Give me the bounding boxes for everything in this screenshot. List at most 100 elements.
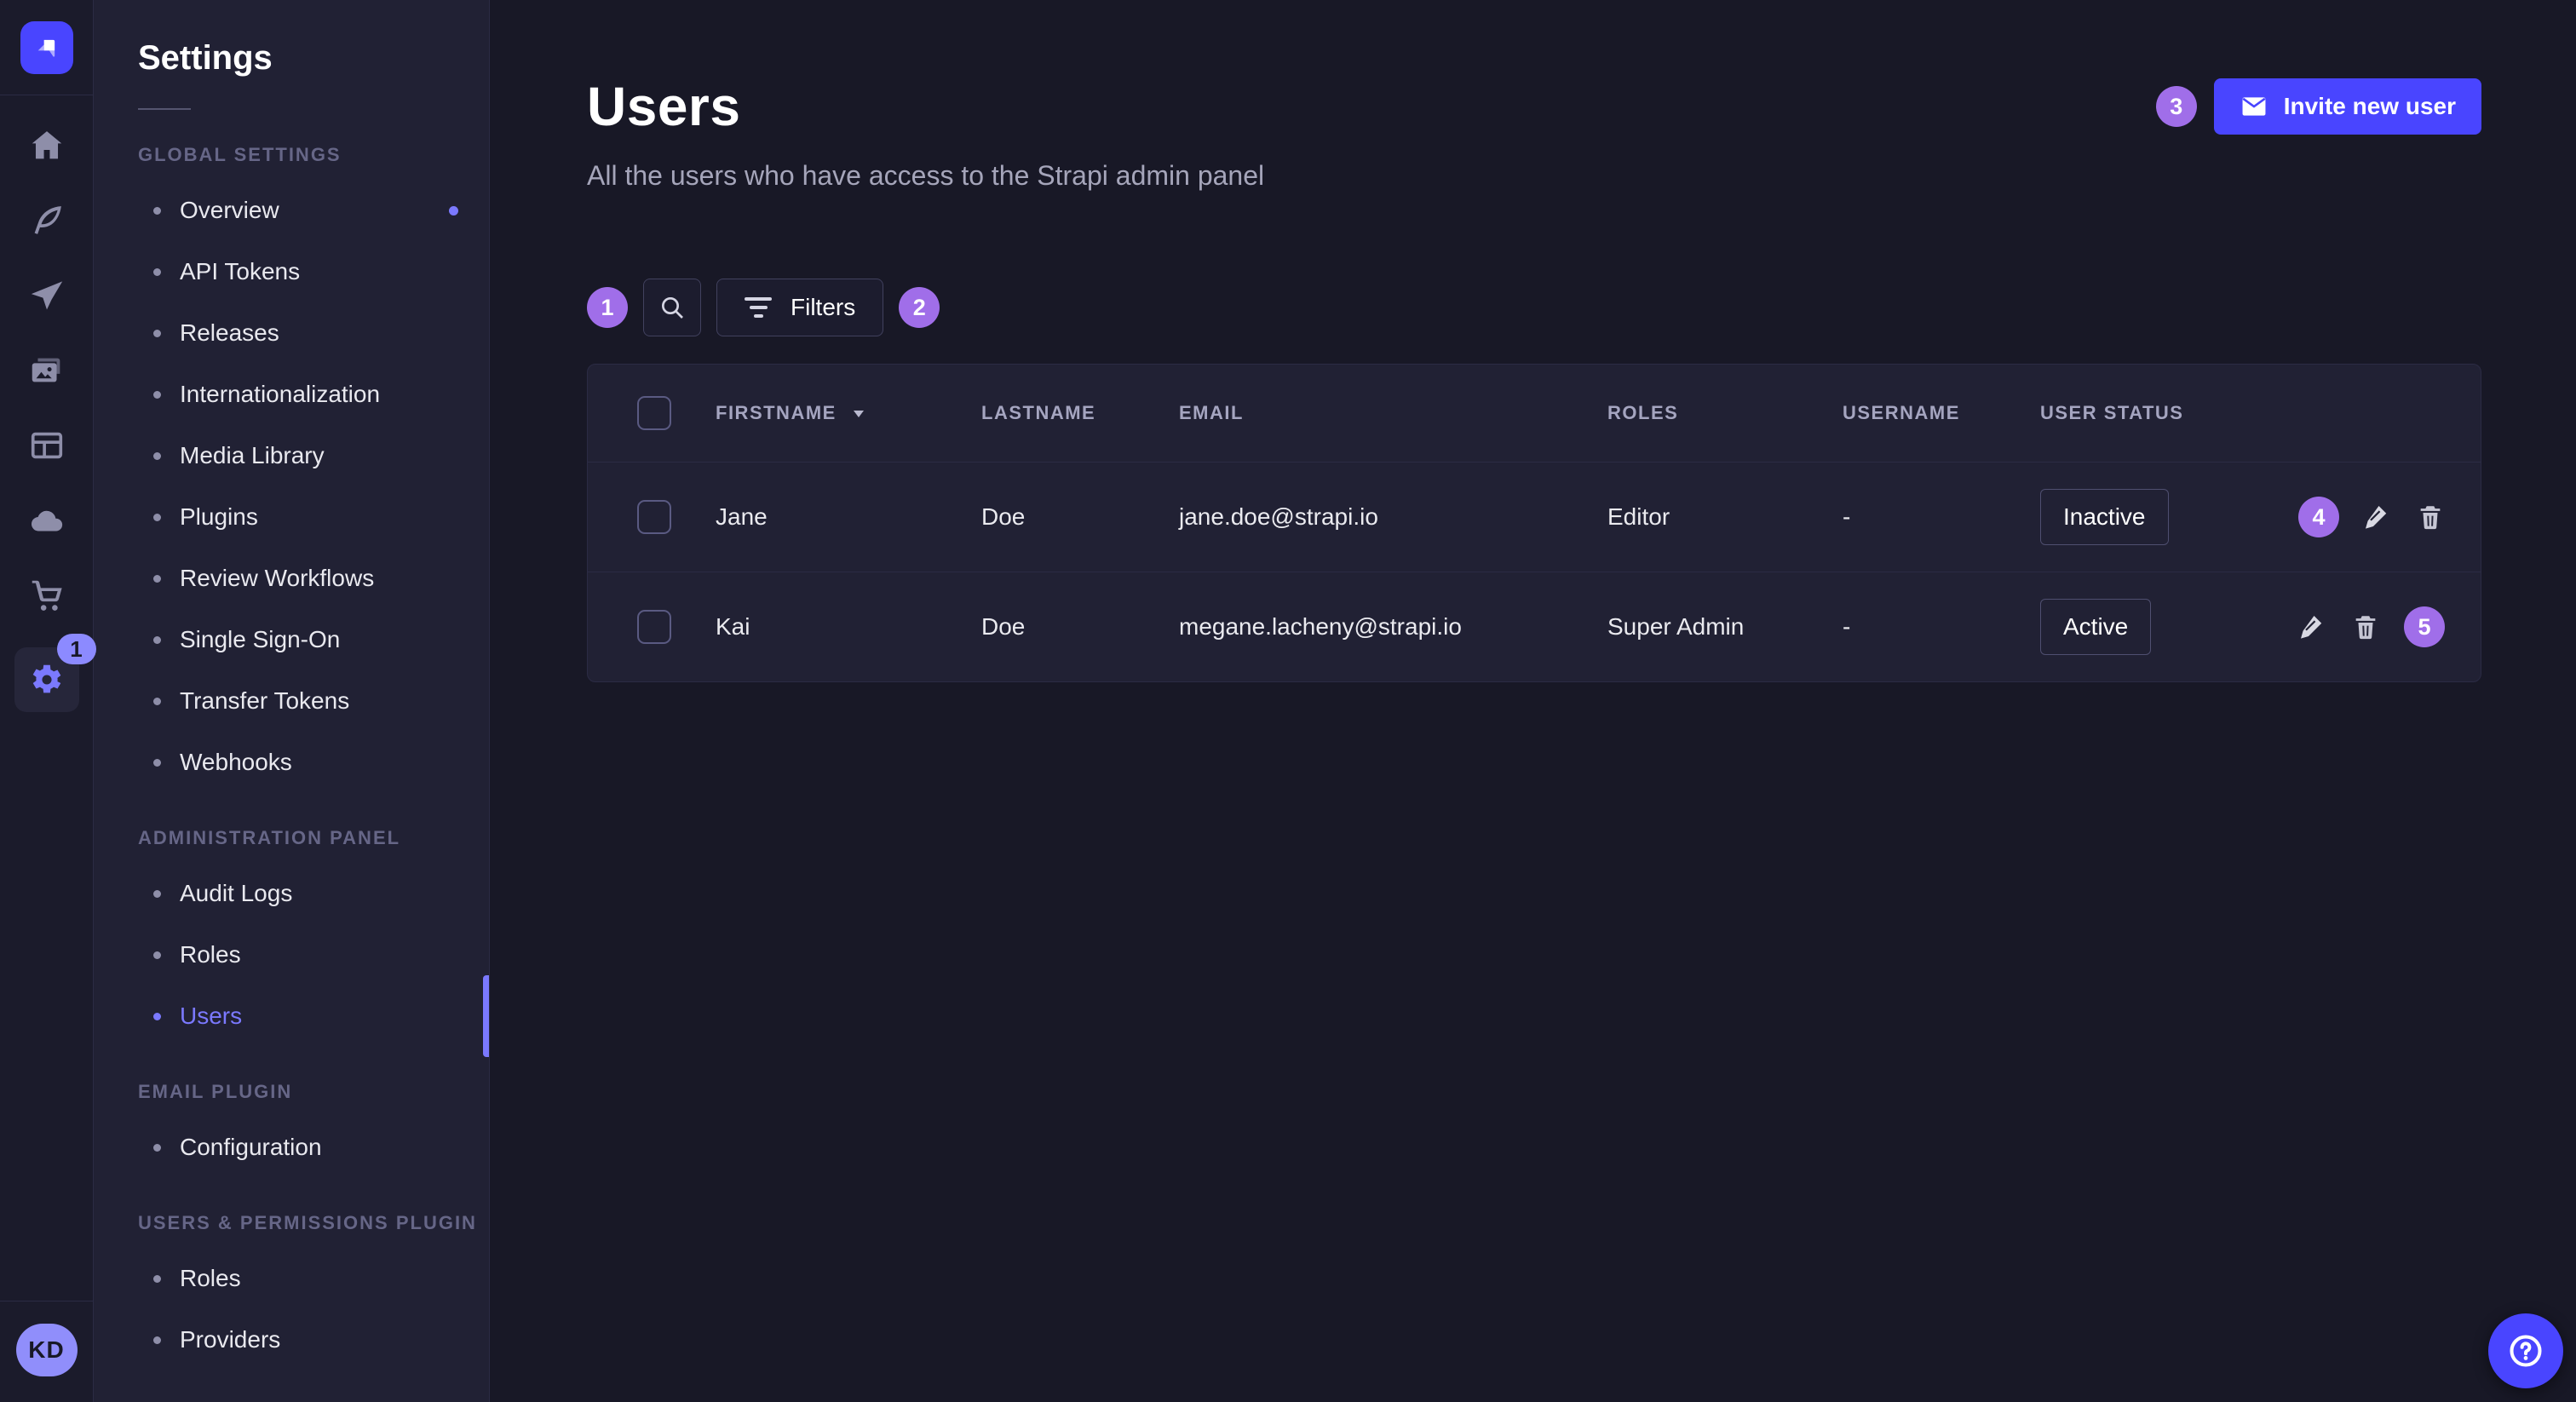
column-header-user-status[interactable]: USER STATUS <box>2040 402 2296 424</box>
bullet <box>153 1336 161 1344</box>
content-type-builder-quill-icon[interactable] <box>24 198 70 244</box>
section-header: GLOBAL SETTINGS <box>94 144 489 166</box>
cell-roles: Editor <box>1607 503 1843 531</box>
column-header-email[interactable]: EMAIL <box>1179 402 1607 424</box>
annotation-badge-4: 4 <box>2298 497 2339 537</box>
bullet <box>153 391 161 399</box>
cell-lastname: Doe <box>981 613 1179 641</box>
row-checkbox[interactable] <box>637 610 671 644</box>
annotation-badge-1: 1 <box>587 287 628 328</box>
section-header: EMAIL PLUGIN <box>94 1081 489 1103</box>
cell-username: - <box>1843 503 2040 531</box>
sidebar-item-review-workflows[interactable]: Review Workflows <box>94 548 489 609</box>
pencil-icon <box>2363 503 2392 531</box>
bullet <box>153 698 161 705</box>
sidebar-item-single-sign-on[interactable]: Single Sign-On <box>94 609 489 670</box>
filters-button[interactable]: Filters <box>716 279 883 336</box>
sidebar-item-providers[interactable]: Providers <box>94 1309 489 1370</box>
annotation-badge-5: 5 <box>2404 606 2445 647</box>
users-page: Users All the users who have access to t… <box>490 0 2576 1402</box>
sidebar-item-audit-logs[interactable]: Audit Logs <box>94 863 489 924</box>
search-button[interactable] <box>643 279 701 336</box>
sidebar-item-media-library[interactable]: Media Library <box>94 425 489 486</box>
trash-icon <box>2416 503 2445 531</box>
annotation-badge-3: 3 <box>2156 86 2197 127</box>
status-badge: Active <box>2040 599 2151 655</box>
sidebar-item-users[interactable]: Users <box>94 985 489 1047</box>
bullet <box>153 759 161 767</box>
bullet <box>153 268 161 276</box>
cell-username: - <box>1843 613 2040 641</box>
header-checkbox-cell <box>588 396 716 430</box>
delete-button[interactable] <box>2416 503 2445 531</box>
marketplace-cart-icon[interactable] <box>24 572 70 618</box>
sidebar-item-overview[interactable]: Overview <box>94 180 489 241</box>
bullet <box>153 1275 161 1283</box>
edit-button[interactable] <box>2363 503 2392 531</box>
page-header-actions: 3 Invite new user <box>2156 78 2481 135</box>
settings-sidebar: Settings GLOBAL SETTINGS Overview API To… <box>94 0 490 1402</box>
page-title: Users <box>587 75 1264 138</box>
settings-nav-item[interactable]: 1 <box>14 647 79 712</box>
media-library-icon[interactable] <box>24 348 70 394</box>
sidebar-item-webhooks[interactable]: Webhooks <box>94 732 489 793</box>
page-header-text: Users All the users who have access to t… <box>587 75 1264 192</box>
gear-icon <box>27 660 66 699</box>
logo-area <box>0 0 93 95</box>
sidebar-divider <box>138 108 191 110</box>
sort-descending-icon[interactable] <box>850 405 867 422</box>
invite-new-user-button[interactable]: Invite new user <box>2214 78 2481 135</box>
sidebar-item-plugins[interactable]: Plugins <box>94 486 489 548</box>
content-manager-layout-icon[interactable] <box>24 422 70 468</box>
sidebar-item-transfer-tokens[interactable]: Transfer Tokens <box>94 670 489 732</box>
section-users-permissions-plugin: USERS & PERMISSIONS PLUGIN Roles Provide… <box>94 1212 489 1370</box>
bullet <box>153 1144 161 1152</box>
bullet <box>153 330 161 337</box>
table-header-row: FIRSTNAME LASTNAME EMAIL ROLES USERNAME … <box>588 365 2481 462</box>
filter-icon <box>745 297 772 318</box>
section-header: ADMINISTRATION PANEL <box>94 827 489 849</box>
row-actions: 5 <box>2296 606 2481 647</box>
strapi-logo-icon <box>30 31 64 65</box>
row-checkbox[interactable] <box>637 500 671 534</box>
column-header-roles[interactable]: ROLES <box>1607 402 1843 424</box>
sidebar-title: Settings <box>94 39 489 78</box>
select-all-checkbox[interactable] <box>637 396 671 430</box>
strapi-logo[interactable] <box>20 21 73 74</box>
cloud-icon[interactable] <box>24 497 70 543</box>
sidebar-item-releases[interactable]: Releases <box>94 302 489 364</box>
help-button[interactable] <box>2488 1313 2563 1388</box>
section-administration-panel: ADMINISTRATION PANEL Audit Logs Roles Us… <box>94 827 489 1047</box>
sidebar-item-internationalization[interactable]: Internationalization <box>94 364 489 425</box>
status-badge: Inactive <box>2040 489 2169 545</box>
cell-email: jane.doe@strapi.io <box>1179 503 1607 531</box>
search-icon <box>658 294 686 321</box>
bullet <box>153 575 161 583</box>
pencil-icon <box>2298 612 2327 641</box>
rail-icon-list: 1 <box>0 95 93 712</box>
table-row-kai: Kai Doe megane.lacheny@strapi.io Super A… <box>588 572 2481 681</box>
cell-roles: Super Admin <box>1607 613 1843 641</box>
sidebar-item-configuration[interactable]: Configuration <box>94 1117 489 1178</box>
delete-button[interactable] <box>2351 612 2380 641</box>
column-header-lastname[interactable]: LASTNAME <box>981 402 1179 424</box>
sidebar-item-up-roles[interactable]: Roles <box>94 1248 489 1309</box>
cell-user-status: Active <box>2040 599 2296 655</box>
question-mark-icon <box>2507 1332 2544 1370</box>
users-table: FIRSTNAME LASTNAME EMAIL ROLES USERNAME … <box>587 364 2481 682</box>
bullet <box>153 636 161 644</box>
deploy-paper-plane-icon[interactable] <box>24 273 70 319</box>
column-header-username[interactable]: USERNAME <box>1843 402 2040 424</box>
column-header-firstname[interactable]: FIRSTNAME <box>716 402 981 424</box>
bullet <box>153 514 161 521</box>
cell-lastname: Doe <box>981 503 1179 531</box>
sidebar-item-admin-roles[interactable]: Roles <box>94 924 489 985</box>
cell-firstname: Jane <box>716 503 981 531</box>
user-avatar[interactable]: KD <box>16 1324 78 1376</box>
edit-button[interactable] <box>2298 612 2327 641</box>
section-email-plugin: EMAIL PLUGIN Configuration <box>94 1081 489 1178</box>
bullet <box>153 951 161 959</box>
cell-user-status: Inactive <box>2040 489 2296 545</box>
sidebar-item-api-tokens[interactable]: API Tokens <box>94 241 489 302</box>
home-icon[interactable] <box>24 123 70 169</box>
